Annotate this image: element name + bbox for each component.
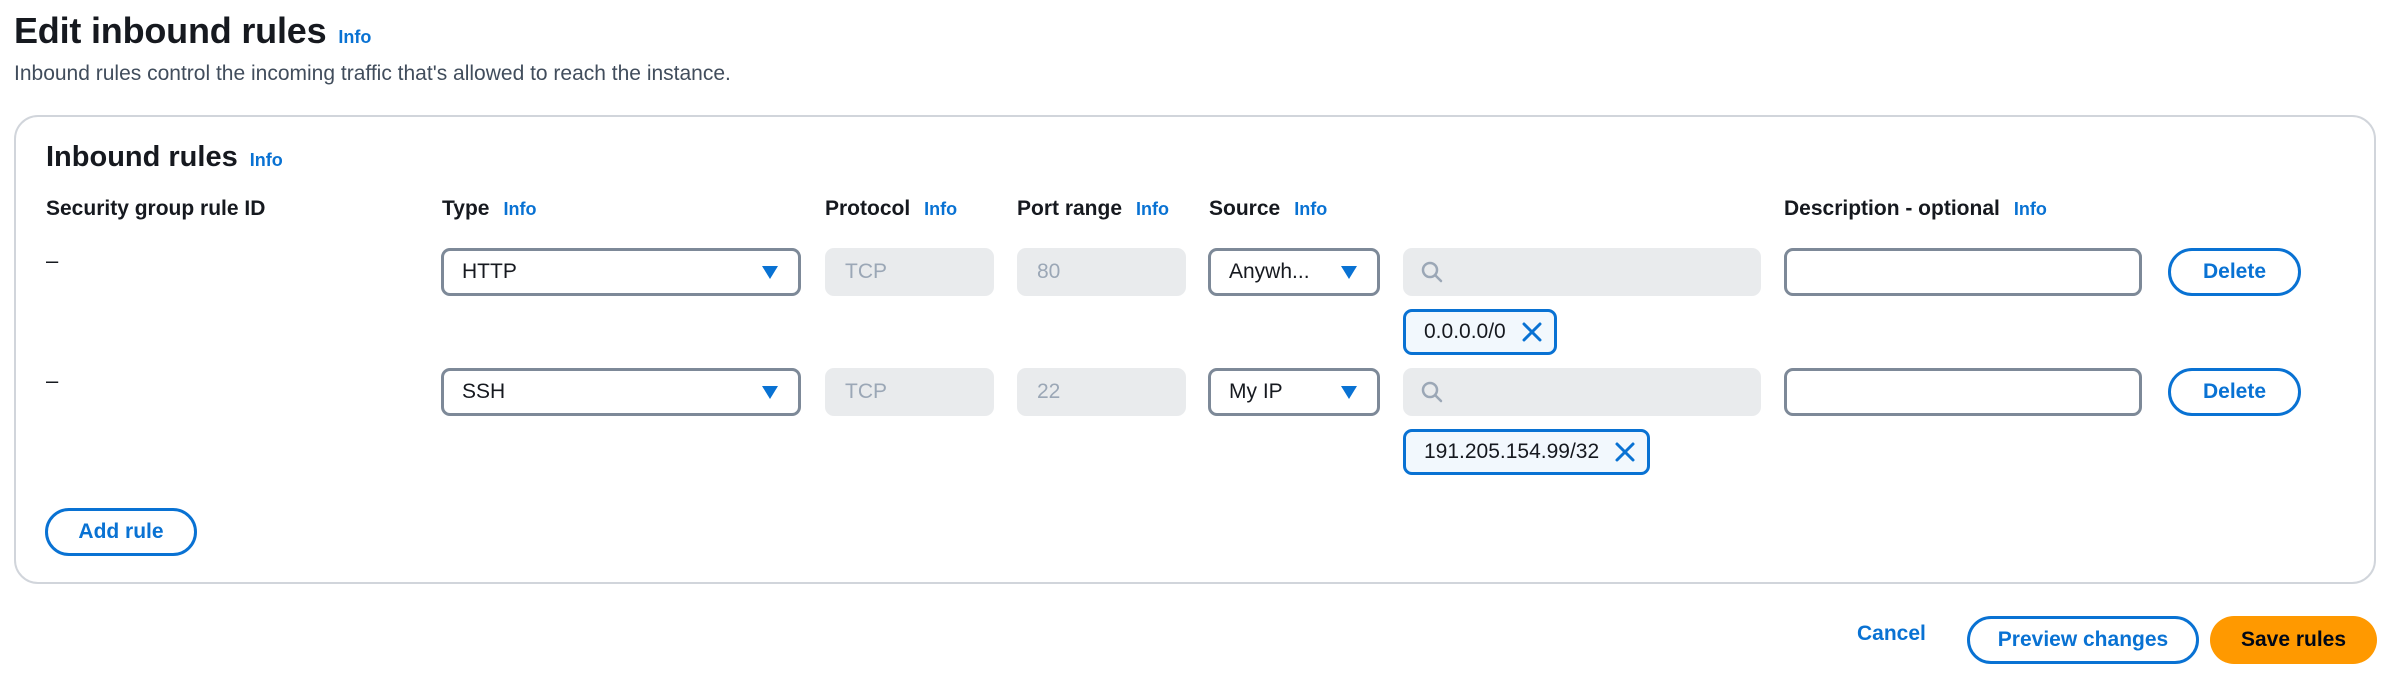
- rule-row: – SSH TCP 22 My IP Delete 191.205.154.99…: [16, 368, 2374, 488]
- preview-changes-button[interactable]: Preview changes: [1967, 616, 2199, 664]
- search-icon: [1421, 261, 1443, 283]
- page-title: Edit inbound rules: [14, 10, 327, 51]
- type-select[interactable]: SSH: [441, 368, 801, 416]
- port-range-field: 22: [1017, 368, 1186, 416]
- rule-row: – HTTP TCP 80 Anywh... Delete 0.0.0.0/0: [16, 248, 2374, 368]
- column-header-port-range: Port range Info: [1017, 197, 1170, 220]
- cidr-token-label: 0.0.0.0/0: [1424, 320, 1506, 343]
- panel-info-link[interactable]: Info: [250, 150, 283, 171]
- close-icon[interactable]: [1520, 320, 1544, 344]
- caret-down-icon: [762, 386, 778, 399]
- description-info-link[interactable]: Info: [2014, 199, 2047, 220]
- type-select[interactable]: HTTP: [441, 248, 801, 296]
- cidr-search-text[interactable]: [1453, 259, 1743, 285]
- page-info-link[interactable]: Info: [338, 27, 371, 48]
- cidr-token: 0.0.0.0/0: [1403, 309, 1557, 355]
- cidr-search-input[interactable]: [1403, 248, 1761, 296]
- type-info-link[interactable]: Info: [503, 199, 536, 220]
- caret-down-icon: [1341, 266, 1357, 279]
- panel-title: Inbound rules: [46, 141, 238, 173]
- inbound-rules-panel: Inbound rules Info Security group rule I…: [14, 115, 2376, 584]
- cancel-button[interactable]: Cancel: [1857, 622, 1926, 646]
- page-header: Edit inbound rules Info: [14, 10, 371, 52]
- page-description: Inbound rules control the incoming traff…: [14, 62, 731, 85]
- column-header-protocol: Protocol Info: [825, 197, 958, 220]
- protocol-field: TCP: [825, 248, 994, 296]
- add-rule-button[interactable]: Add rule: [45, 508, 197, 556]
- save-rules-button[interactable]: Save rules: [2210, 616, 2377, 664]
- cidr-token: 191.205.154.99/32: [1403, 429, 1651, 475]
- rule-id-value: –: [46, 368, 59, 393]
- rule-id-value: –: [46, 248, 59, 273]
- protocol-field: TCP: [825, 368, 994, 416]
- column-header-rule-id: Security group rule ID: [46, 197, 266, 220]
- column-header-description: Description - optional Info: [1784, 197, 2047, 220]
- port-range-field: 80: [1017, 248, 1186, 296]
- cidr-search-text[interactable]: [1453, 379, 1743, 405]
- cidr-token-label: 191.205.154.99/32: [1424, 440, 1600, 463]
- protocol-info-link[interactable]: Info: [924, 199, 957, 220]
- source-info-link[interactable]: Info: [1294, 199, 1327, 220]
- source-select[interactable]: My IP: [1208, 368, 1380, 416]
- cidr-search-input[interactable]: [1403, 368, 1761, 416]
- delete-rule-button[interactable]: Delete: [2168, 368, 2301, 416]
- column-header-type: Type Info: [442, 197, 537, 220]
- delete-rule-button[interactable]: Delete: [2168, 248, 2301, 296]
- search-icon: [1421, 381, 1443, 403]
- description-input[interactable]: [1784, 368, 2142, 416]
- column-header-source: Source Info: [1209, 197, 1328, 220]
- close-icon[interactable]: [1613, 440, 1637, 464]
- caret-down-icon: [762, 266, 778, 279]
- port-range-info-link[interactable]: Info: [1136, 199, 1169, 220]
- caret-down-icon: [1341, 386, 1357, 399]
- description-input[interactable]: [1784, 248, 2142, 296]
- source-select[interactable]: Anywh...: [1208, 248, 1380, 296]
